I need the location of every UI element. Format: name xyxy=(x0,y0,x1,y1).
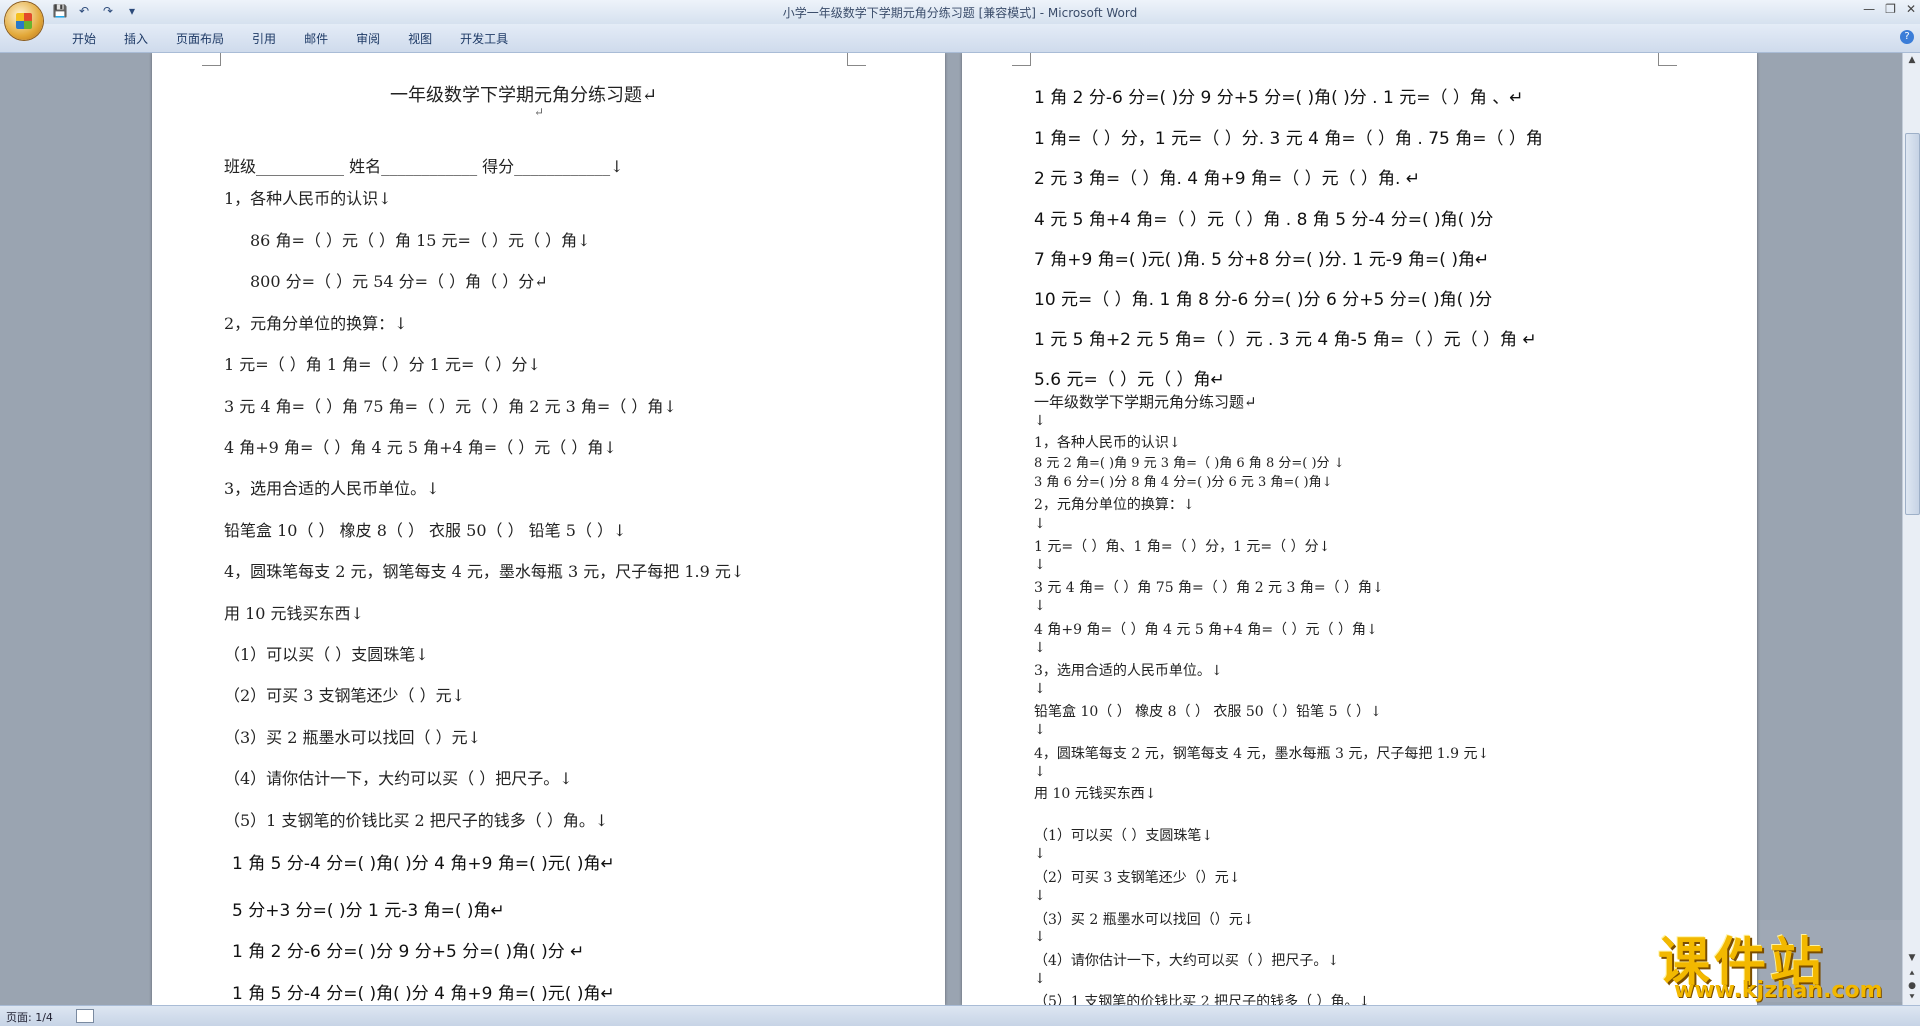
watermark-url: www.kjzhan.com xyxy=(1674,978,1883,1003)
office-logo-icon xyxy=(16,13,32,29)
proofing-icon[interactable] xyxy=(76,1009,94,1023)
text-line: 铅笔盒 10（ ） 橡皮 8（ ） 衣服 50（ ）铅笔 5（ ）↓ xyxy=(1034,704,1382,720)
text-line: 8 元 2 角=( )角 9 元 3 角=（ )角 6 角 8 分=( )分 ↓ xyxy=(1034,456,1345,471)
text-line: 3 元 4 角=（ ）角 75 角=（ ）元（ ）角 2 元 3 角=（ ）角↓ xyxy=(224,397,677,416)
text-line: ↓ xyxy=(1034,722,1046,738)
text-line: 用 10 元钱买东西↓ xyxy=(224,604,364,623)
exercise-line: 1 角 2 分-6 分=( )分 9 分+5 分=( )角( )分 . 1 元=… xyxy=(1034,88,1524,108)
tab-view[interactable]: 视图 xyxy=(394,30,446,47)
tab-review[interactable]: 审阅 xyxy=(342,30,394,47)
text-line: ↓ xyxy=(1034,929,1046,945)
text-line: 3，选用合适的人民币单位。↓ xyxy=(224,479,440,498)
ribbon: 开始 插入 页面布局 引用 邮件 审阅 视图 开发工具 ? xyxy=(0,24,1920,53)
exercise-line: 5 分+3 分=( )分 1 元-3 角=( )角↵ xyxy=(232,901,505,921)
text-line: 3 元 4 角=（ ）角 75 角=（ ）角 2 元 3 角=（ ）角↓ xyxy=(1034,580,1384,596)
office-button[interactable] xyxy=(5,2,43,40)
exercise-line: 2 元 3 角=（ ）角. 4 角+9 角=（ ）元（ ）角. ↵ xyxy=(1034,169,1421,189)
text-line: ↓ xyxy=(1034,640,1046,656)
window-controls: — ❐ ✕ xyxy=(1863,2,1916,16)
text-line: ↓ xyxy=(1034,598,1046,614)
title-bar: 💾 ↶ ↷ ▾ 小学一年级数学下学期元角分练习题 [兼容模式] - Micros… xyxy=(0,0,1920,25)
text-line: 2，元角分单位的换算：↓ xyxy=(1034,497,1195,513)
text-line: 4 角+9 角=（ ）角 4 元 5 角+4 角=（ ）元（ ）角↓ xyxy=(1034,622,1378,638)
text-line: ↓ xyxy=(1034,764,1046,780)
text-line: 3 角 6 分=( )分 8 角 4 分=( )分 6 元 3 角=( )角↓ xyxy=(1034,475,1333,490)
tab-references[interactable]: 引用 xyxy=(238,30,290,47)
document-page-2[interactable]: 1 角 2 分-6 分=( )分 9 分+5 分=( )角( )分 . 1 元=… xyxy=(962,53,1757,1005)
text-line: ↓ xyxy=(1034,413,1046,429)
text-line: 3，选用合适的人民币单位。↓ xyxy=(1034,663,1223,679)
text-line: 4，圆珠笔每支 2 元，钢笔每支 4 元，墨水每瓶 3 元，尺子每把 1.9 元… xyxy=(224,562,745,581)
text-line: 1 元=（ ）角、1 角=（ ）分，1 元=（ ）分↓ xyxy=(1034,539,1331,555)
exercise-line: 10 元=（ ）角. 1 角 8 分-6 分=( )分 6 分+5 分=( )角… xyxy=(1034,290,1493,310)
text-line: 4 角+9 角=（ ）角 4 元 5 角+4 角=（ ）元（ ）角↓ xyxy=(224,438,617,457)
exercise-line: 1 角=（ ）分，1 元=（ ）分. 3 元 4 角=（ ）角 . 75 角=（… xyxy=(1034,129,1543,149)
exercise-line: 1 角 5 分-4 分=( )角( )分 4 角+9 角=( )元( )角↵ xyxy=(232,854,615,874)
document-workspace[interactable]: 一年级数学下学期元角分练习题↵ ↵ 班级___________ 姓名______… xyxy=(0,53,1898,1005)
exercise-line: 4 元 5 角+4 角=（ ）元（ ）角 . 8 角 5 分-4 分=( )角(… xyxy=(1034,210,1494,230)
text-line: ↓ xyxy=(1034,557,1046,573)
text-line: 1，各种人民币的认识↓ xyxy=(1034,435,1181,451)
exercise-line: 7 角+9 角=( )元( )角. 5 分+8 分=( )分. 1 元-9 角=… xyxy=(1034,250,1490,270)
section-title: 一年级数学下学期元角分练习题↵ xyxy=(1034,393,1257,411)
text-line: （4）请你估计一下，大约可以买（ ）把尺子。↓ xyxy=(224,769,573,788)
text-line: ↓ xyxy=(1034,516,1046,532)
page-title: 一年级数学下学期元角分练习题↵ xyxy=(390,85,658,106)
exercise-line: 1 角 5 分-4 分=( )角( )分 4 角+9 角=( )元( )角↵ xyxy=(232,984,615,1004)
text-line: （1）可以买（ ）支圆珠笔↓ xyxy=(224,645,429,664)
tab-developer[interactable]: 开发工具 xyxy=(446,30,522,47)
text-line: 2，元角分单位的换算：↓ xyxy=(224,314,408,333)
window-title: 小学一年级数学下学期元角分练习题 [兼容模式] - Microsoft Word xyxy=(782,6,1138,20)
text-line: ↓ xyxy=(1034,681,1046,697)
text-line: 1 元=（ ）角 1 角=（ ）分 1 元=（ ）分↓ xyxy=(224,355,541,374)
minimize-icon[interactable]: — xyxy=(1863,2,1875,16)
tab-home[interactable]: 开始 xyxy=(58,30,110,47)
status-bar: 页面: 1/4 xyxy=(0,1005,1920,1026)
tab-mailings[interactable]: 邮件 xyxy=(290,30,342,47)
text-line: 铅笔盒 10（ ） 橡皮 8（ ） 衣服 50（ ） 铅笔 5（ ）↓ xyxy=(224,521,627,540)
text-line: （1）可以买（ ）支圆珠笔↓ xyxy=(1034,828,1214,844)
tab-insert[interactable]: 插入 xyxy=(110,30,162,47)
margin-mark xyxy=(1658,53,1677,66)
scroll-up-icon[interactable]: ▲ xyxy=(1906,55,1918,67)
text-line: （2）可买 3 支钢笔还少（ ）元↓ xyxy=(224,686,466,705)
margin-mark xyxy=(202,53,221,66)
text-line: 4，圆珠笔每支 2 元，钢笔每支 4 元，墨水每瓶 3 元，尺子每把 1.9 元… xyxy=(1034,746,1490,762)
text-line: 800 分=（ ）元 54 分=（ ）角（ ）分↵ xyxy=(250,272,548,291)
text-line: （2）可买 3 支钢笔还少（）元↓ xyxy=(1034,870,1241,886)
text-line: （5）1 支钢笔的价钱比买 2 把尺子的钱多（ ）角。↓ xyxy=(224,811,609,830)
text-line: 86 角=（ ）元（ ）角 15 元=（ ）元（ ）角↓ xyxy=(250,231,591,250)
text-line: ↓ xyxy=(1034,846,1046,862)
help-icon[interactable]: ? xyxy=(1900,30,1914,44)
student-info-line: 班级___________ 姓名____________ 得分_________… xyxy=(224,157,624,176)
text-line: （4）请你估计一下，大约可以买（ ）把尺子。↓ xyxy=(1034,953,1340,969)
text-line: ↓ xyxy=(1034,888,1046,904)
exercise-line: 1 角 2 分-6 分=( )分 9 分+5 分=( )角( )分 ↵ xyxy=(232,942,585,962)
tab-page-layout[interactable]: 页面布局 xyxy=(162,30,238,47)
exercise-line: 1 元 5 角+2 元 5 角=（ ）元 . 3 元 4 角-5 角=（ ）元（… xyxy=(1034,330,1537,350)
text-line: （3）买 2 瓶墨水可以找回（）元↓ xyxy=(1034,912,1255,928)
text-line: （5）1 支钢笔的价钱比买 2 把尺子的钱多（ ）角。↓ xyxy=(1034,994,1371,1005)
site-watermark: 课件站 www.kjzhan.com xyxy=(1652,920,1910,1003)
page-indicator[interactable]: 页面: 1/4 xyxy=(6,1009,53,1025)
margin-mark xyxy=(847,53,866,66)
exercise-line: 5.6 元=（ ）元（ ）角↵ xyxy=(1034,370,1225,390)
close-icon[interactable]: ✕ xyxy=(1906,2,1916,16)
ribbon-tabs: 开始 插入 页面布局 引用 邮件 审阅 视图 开发工具 xyxy=(58,30,522,47)
text-line: （3）买 2 瓶墨水可以找回（ ）元↓ xyxy=(224,728,482,747)
text-line: 用 10 元钱买东西↓ xyxy=(1034,786,1157,802)
blank-paragraph: ↵ xyxy=(534,105,545,119)
scrollbar-thumb[interactable] xyxy=(1905,133,1920,515)
maximize-icon[interactable]: ❐ xyxy=(1885,2,1896,16)
text-line: 1，各种人民币的认识↓ xyxy=(224,189,392,208)
margin-mark xyxy=(1012,53,1031,66)
text-line: ↓ xyxy=(1034,971,1046,987)
vertical-scrollbar[interactable]: ▲ ▼ ⯅ ● ⯆ xyxy=(1902,53,1920,1005)
document-page-1[interactable]: 一年级数学下学期元角分练习题↵ ↵ 班级___________ 姓名______… xyxy=(152,53,945,1005)
